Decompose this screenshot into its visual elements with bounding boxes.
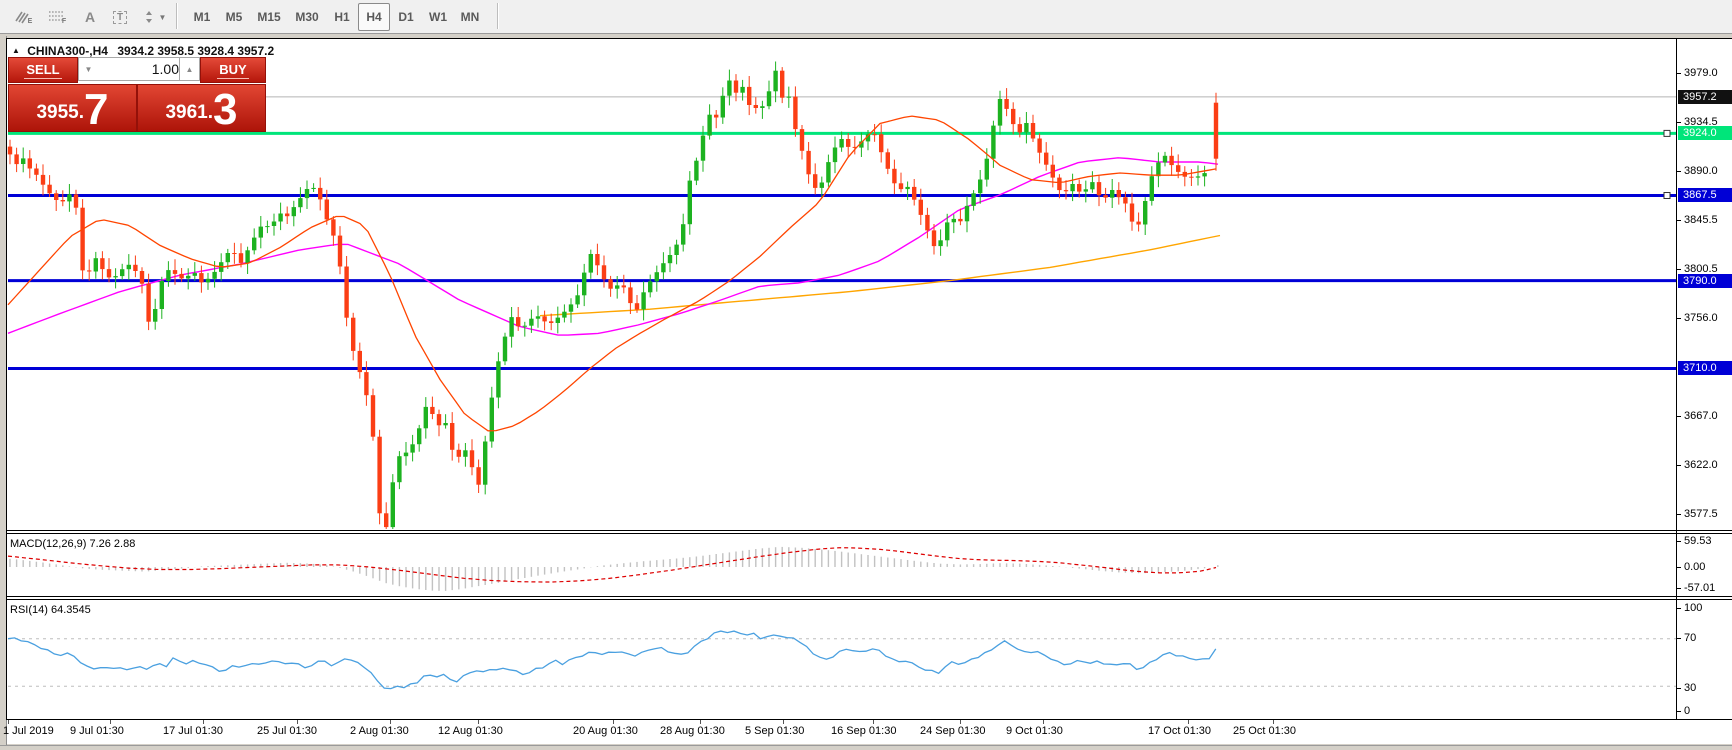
axis-tick (1676, 541, 1681, 542)
ohlc-values: 3934.2 3958.5 3928.4 3957.2 (117, 44, 274, 58)
buy-button[interactable]: BUY (200, 57, 266, 83)
price-tick-label: 3845.5 (1684, 214, 1718, 226)
sell-button-label: SELL (24, 62, 61, 79)
spinner-up-icon: ▲ (186, 65, 194, 74)
axis-tick (1676, 318, 1681, 319)
macd-tick-label: 59.53 (1684, 535, 1712, 547)
axis-tick (1676, 269, 1681, 270)
axis-tick (1676, 465, 1681, 466)
price-level-badge: 3924.0 (1678, 126, 1732, 140)
spinner-down-icon: ▼ (85, 65, 93, 74)
price-tick-label: 3756.0 (1684, 312, 1718, 324)
price-tick-label: 3979.0 (1684, 67, 1718, 79)
rsi-tick-label: 70 (1684, 632, 1696, 644)
axis-tick (1676, 608, 1681, 609)
axis-tick (1676, 122, 1681, 123)
price-level-badge: 3710.0 (1678, 361, 1732, 375)
axis-tick (1676, 588, 1681, 589)
macd-tick-label: -57.01 (1684, 582, 1715, 594)
axis-tick (1676, 73, 1681, 74)
price-tick-label: 3890.0 (1684, 165, 1718, 177)
sell-price-main: 3955 (36, 102, 78, 131)
volume-increase-button[interactable]: ▲ (179, 57, 200, 81)
axis-tick (1676, 416, 1681, 417)
price-level-badge: 3867.5 (1678, 188, 1732, 202)
buy-price-tile[interactable]: 3961 . 3 (137, 84, 266, 132)
axis-tick (1676, 638, 1681, 639)
price-tick-label: 3667.0 (1684, 410, 1718, 422)
rsi-label: RSI(14) 64.3545 (10, 604, 91, 616)
chart-title: ▲ CHINA300-,H4 3934.2 3958.5 3928.4 3957… (12, 44, 274, 58)
buy-button-label: BUY (217, 62, 248, 79)
axis-tick (1676, 688, 1681, 689)
axis-tick (1676, 567, 1681, 568)
macd-tick-label: 0.00 (1684, 561, 1705, 573)
sell-price-fraction: 7 (84, 90, 108, 131)
price-level-badge: 3957.2 (1678, 90, 1732, 104)
axis-tick (1676, 220, 1681, 221)
price-tick-label: 3577.5 (1684, 508, 1718, 520)
buy-price-main: 3961 (165, 102, 207, 131)
collapse-triangle-icon[interactable]: ▲ (12, 46, 20, 55)
price-tick-label: 3622.0 (1684, 459, 1718, 471)
rsi-tick-label: 100 (1684, 602, 1702, 614)
sell-button[interactable]: SELL (8, 57, 78, 83)
symbol-period-label: CHINA300-,H4 (27, 44, 108, 58)
axis-tick (1676, 514, 1681, 515)
axis-tick (1676, 171, 1681, 172)
price-axis-border (1676, 38, 1677, 720)
rsi-tick-label: 30 (1684, 682, 1696, 694)
volume-input[interactable] (97, 57, 185, 81)
rsi-tick-label: 0 (1684, 705, 1690, 717)
sell-price-tile[interactable]: 3955 . 7 (8, 84, 137, 132)
price-level-badge: 3790.0 (1678, 274, 1732, 288)
buy-price-fraction: 3 (213, 90, 237, 131)
axis-tick (1676, 711, 1681, 712)
macd-label: MACD(12,26,9) 7.26 2.88 (10, 538, 135, 550)
volume-decrease-button[interactable]: ▼ (78, 57, 99, 81)
